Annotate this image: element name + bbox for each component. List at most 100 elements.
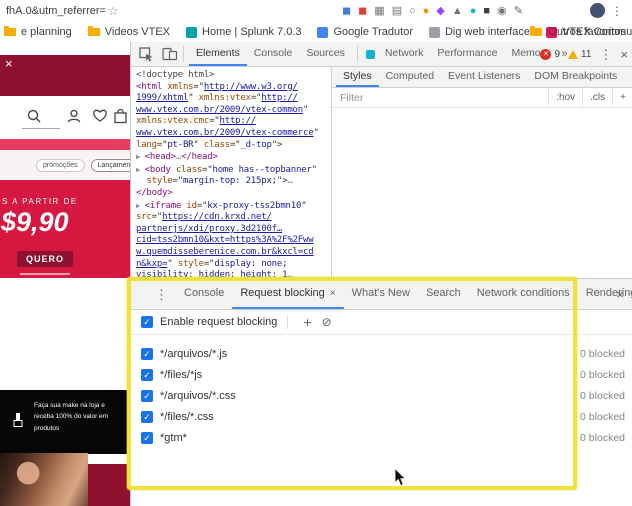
styles-sidebar-tabs: Styles Computed Event Listeners DOM Breakpo…: [332, 67, 632, 88]
elements-tree[interactable]: <!doctype html> <html xmlns="http://www.w…: [131, 67, 336, 281]
tab-lancamentos[interactable]: Lançamentos: [90, 158, 130, 172]
console-warnings-badge[interactable]: 11: [568, 49, 591, 60]
blocked-count: 0 blocked: [580, 368, 625, 381]
tab-styles[interactable]: Styles: [336, 67, 379, 87]
extension-gray-grid-icon[interactable]: ▦: [374, 5, 384, 17]
account-icon[interactable]: [66, 108, 82, 129]
extension-gray-shield-icon[interactable]: ▲: [452, 5, 463, 17]
extension-purple-icon[interactable]: ◆: [436, 5, 444, 17]
promo-cta-button[interactable]: QUERO: [17, 251, 73, 267]
styles-filter-input[interactable]: Filter: [340, 92, 548, 104]
devtools-menu-icon[interactable]: ⋮: [599, 48, 612, 61]
wishlist-heart-icon[interactable]: [92, 108, 108, 128]
bookmark-star-icon[interactable]: ☆: [108, 4, 119, 18]
extension-gray-pin-icon[interactable]: ◉: [497, 5, 507, 17]
device-toolbar-icon[interactable]: [162, 47, 178, 61]
styles-filter-bar: Filter :hov .cls +: [332, 88, 632, 108]
favicon: [428, 26, 440, 38]
bookmark-item-videos-vtex[interactable]: Videos VTEX: [87, 26, 171, 38]
bookmark-label: Google Tradutor: [333, 26, 413, 38]
divider: [183, 46, 184, 62]
tab-label: Network: [384, 47, 424, 59]
bookmark-item-e-planning[interactable]: e planning: [4, 26, 72, 38]
divider: [356, 46, 358, 62]
other-bookmarks[interactable]: Outros favoritos: [523, 22, 626, 42]
tab-sources[interactable]: Sources: [299, 42, 352, 66]
profile-avatar[interactable]: [590, 3, 605, 18]
site-accent-strip: [0, 139, 130, 150]
highlight-annotation: [127, 277, 577, 490]
extension-gray-circle-icon[interactable]: ○: [409, 5, 416, 17]
extension-orange-icon[interactable]: ●: [423, 5, 430, 17]
tab-dom-breakpoints[interactable]: DOM Breakpoints: [527, 67, 624, 87]
folder-icon: [530, 26, 543, 36]
extension-teal-icon[interactable]: ●: [470, 5, 477, 17]
folder-icon: [87, 26, 100, 36]
new-style-rule-button[interactable]: +: [612, 88, 632, 107]
tab-network[interactable]: Network: [378, 42, 431, 66]
error-count: 9: [554, 48, 561, 60]
other-bookmarks-label: Outros favoritos: [548, 26, 626, 38]
store-info-text: Faça sua make na loja e receba 100% do v…: [34, 402, 109, 432]
toggle-pseudo-state-button[interactable]: :hov: [548, 88, 582, 107]
website-viewport: × promoções Lançamentos S A PARTIR DE $9…: [0, 42, 130, 506]
styles-sidebar: Styles Computed Event Listeners DOM Breakpo…: [331, 67, 632, 278]
store-info-banner: Faça sua make na loja e receba 100% do v…: [0, 390, 130, 454]
warning-icon: [568, 49, 579, 59]
console-errors-badge[interactable]: 9: [540, 48, 561, 60]
drawer-close-icon[interactable]: ×: [616, 288, 624, 301]
bookmark-label: Dig web interface: [444, 26, 530, 38]
inspect-element-icon[interactable]: [139, 46, 154, 62]
tab-label: Performance: [437, 47, 498, 59]
devtools-tabs-left: Elements Console Sources: [189, 42, 352, 66]
devtools-close-icon[interactable]: ×: [620, 48, 628, 61]
extension-red-icon[interactable]: ◼: [358, 5, 367, 17]
browser-menu-icon[interactable]: ⋮: [611, 4, 623, 18]
tab-event-listeners[interactable]: Event Listeners: [441, 67, 527, 87]
extension-panel-icon[interactable]: [365, 49, 375, 59]
blocked-count: 0 blocked: [580, 431, 625, 444]
extension-blue-icon[interactable]: ◼: [342, 5, 351, 17]
tab-label: DOM Breakpoints: [534, 70, 618, 82]
tab-label: Styles: [343, 70, 372, 82]
toggle-class-button[interactable]: .cls: [582, 88, 612, 107]
bookmark-item-dig-web-interface[interactable]: Dig web interface: [428, 26, 530, 38]
bookmark-label: Videos VTEX: [104, 26, 171, 38]
devtools-tabs-right: Network Performance Memory: [378, 42, 557, 66]
site-header: [0, 96, 130, 139]
search-underline: [22, 128, 60, 129]
promo-legal-hint: [20, 273, 70, 275]
extension-icons-row: ◼ ◼ ▦ ▤ ○ ● ◆ ▲ ● ■ ◉ ✎: [342, 0, 523, 22]
tab-label: Rendering: [585, 287, 632, 299]
bookmark-item-home-splunk-7-0-3[interactable]: Home | Splunk 7.0.3: [186, 26, 301, 38]
bookmarks-bar: e planning Videos VTEX Home | Splunk 7.0.3…: [0, 22, 632, 43]
address-url-text[interactable]: fhA.0&utm_referrer=: [6, 5, 106, 17]
tab-label: Computed: [385, 70, 435, 82]
warning-count: 11: [581, 48, 592, 60]
favicon: [317, 26, 329, 38]
tab-performance[interactable]: Performance: [430, 42, 504, 66]
mouse-cursor: [394, 468, 407, 487]
bookmark-item-google-tradutor[interactable]: Google Tradutor: [317, 26, 413, 38]
extension-dark-icon[interactable]: ■: [483, 5, 490, 17]
site-top-banner: ×: [0, 55, 130, 96]
extension-gray-doc-icon[interactable]: ▤: [392, 5, 402, 17]
extension-pencil-icon[interactable]: ✎: [514, 5, 523, 17]
tab-promocoes[interactable]: promoções: [36, 158, 85, 172]
banner-close-icon[interactable]: ×: [5, 57, 13, 70]
tab-elements[interactable]: Elements: [189, 42, 247, 66]
tab-computed[interactable]: Computed: [379, 67, 441, 87]
bookmark-label: e planning: [21, 26, 72, 38]
makeup-icon: [11, 412, 25, 433]
promo-banner[interactable]: S A PARTIR DE $9,90 QUERO: [0, 180, 130, 278]
browser-address-bar: fhA.0&utm_referrer= ☆ ◼ ◼ ▦ ▤ ○ ● ◆ ▲ ● ■ ◉ ✎ ⋮: [0, 0, 632, 22]
tab-console[interactable]: Console: [247, 42, 300, 66]
tab-label: Event Listeners: [448, 70, 521, 82]
favicon: [186, 26, 198, 38]
search-icon[interactable]: [26, 108, 42, 129]
error-icon: [540, 48, 552, 60]
bookmark-label: Home | Splunk 7.0.3: [202, 26, 302, 38]
promo-kicker: S A PARTIR DE: [2, 197, 78, 206]
cart-bag-icon[interactable]: [113, 108, 128, 129]
blocked-count: 0 blocked: [580, 389, 625, 402]
